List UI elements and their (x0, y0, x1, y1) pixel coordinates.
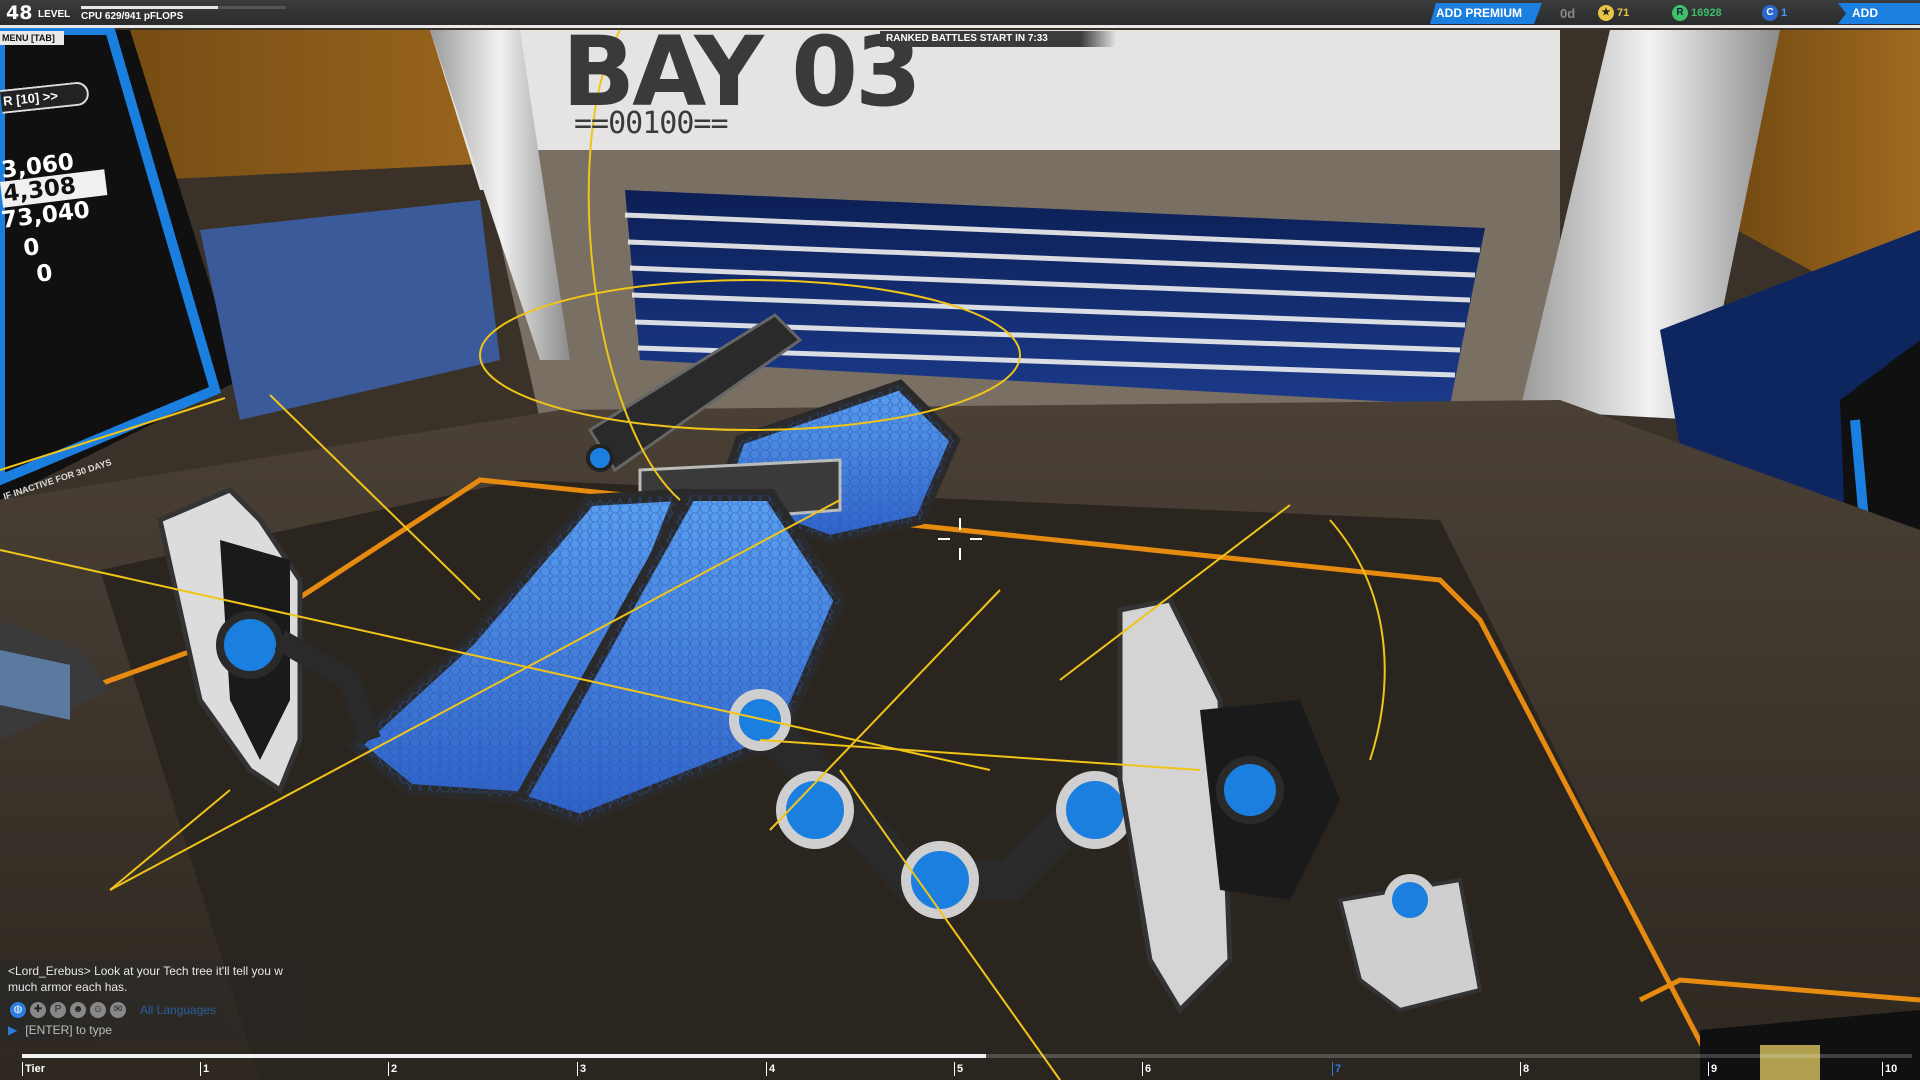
tier-tick: 8 (1520, 1062, 1529, 1076)
robits[interactable]: R 16928 (1672, 5, 1722, 21)
tier-progress-fill (22, 1054, 986, 1058)
chat-input[interactable]: ▶ [ENTER] to type (8, 1021, 293, 1039)
tier-tick: 2 (388, 1062, 397, 1076)
globe-icon[interactable]: ◍ (10, 1002, 26, 1018)
chat-message: <Lord_Erebus> Look at your Tech tree it'… (8, 964, 283, 994)
garage-bay-backdrop (0, 0, 1920, 1080)
stat-value: 0 (22, 234, 42, 262)
tier-bar: Tier 1 2 3 4 5 6 7 8 9 10 (22, 1050, 1912, 1080)
star-icon: ★ (1598, 5, 1614, 21)
tier-tick: 5 (954, 1062, 963, 1076)
ranked-countdown: RANKED BATTLES START IN 7:33 (880, 31, 1116, 47)
add-premium-button[interactable]: ADD PREMIUM (1430, 3, 1542, 24)
friends-icon[interactable]: ☺ (90, 1002, 106, 1018)
whisper-icon[interactable]: ✉ (110, 1002, 126, 1018)
group-icon[interactable]: ☻ (70, 1002, 86, 1018)
garage-scene: BAY 03 ==00100== (0, 0, 1920, 1080)
tier-tick: 1 (200, 1062, 209, 1076)
cosmetic-credit-icon: C (1762, 5, 1778, 21)
party-icon[interactable]: P (50, 1002, 66, 1018)
tier-label: Tier (22, 1062, 45, 1076)
menu-button[interactable]: MENU [TAB] (0, 31, 64, 45)
robits-value: 16928 (1691, 7, 1722, 19)
stat-value: 0 (35, 260, 55, 288)
chat-panel: <Lord_Erebus> Look at your Tech tree it'… (0, 961, 300, 1041)
tier-tick-current: 7 (1332, 1062, 1341, 1076)
robits-icon: R (1672, 5, 1688, 21)
add-funds-button[interactable]: ADD FUNDS (1838, 3, 1920, 24)
cpu-label: CPU 629/941 pFLOPS (81, 11, 184, 22)
cosmetic-credits[interactable]: C 1 (1762, 5, 1787, 21)
tier-tick: 9 (1708, 1062, 1717, 1076)
level-label: LEVEL (38, 9, 71, 20)
tier-tick: 4 (766, 1062, 775, 1076)
bay-code: ==00100== (574, 106, 729, 141)
player-level: 48 (6, 2, 33, 24)
top-bar: 48 LEVEL CPU 629/941 pFLOPS ADD PREMIUM … (0, 0, 1920, 28)
chat-arrow-icon: ▶ (8, 1023, 18, 1037)
clan-icon[interactable]: ✚ (30, 1002, 46, 1018)
cpu-bar-fill (81, 6, 219, 9)
tier-tick: 10 (1882, 1062, 1897, 1076)
cosmetic-credits-value: 1 (1781, 7, 1788, 19)
chat-language-filter[interactable]: All Languages (140, 1003, 216, 1017)
tech-points[interactable]: ★ 71 (1598, 5, 1629, 21)
chat-input-hint: [ENTER] to type (25, 1023, 112, 1037)
tech-points-value: 71 (1617, 7, 1630, 19)
cpu-bar (81, 6, 286, 9)
premium-days: 0d (1560, 6, 1576, 21)
tier-tick: 6 (1142, 1062, 1151, 1076)
chat-channel-filters: ◍ ✚ P ☻ ☺ ✉ (10, 1002, 126, 1018)
tier-tick: 3 (577, 1062, 586, 1076)
